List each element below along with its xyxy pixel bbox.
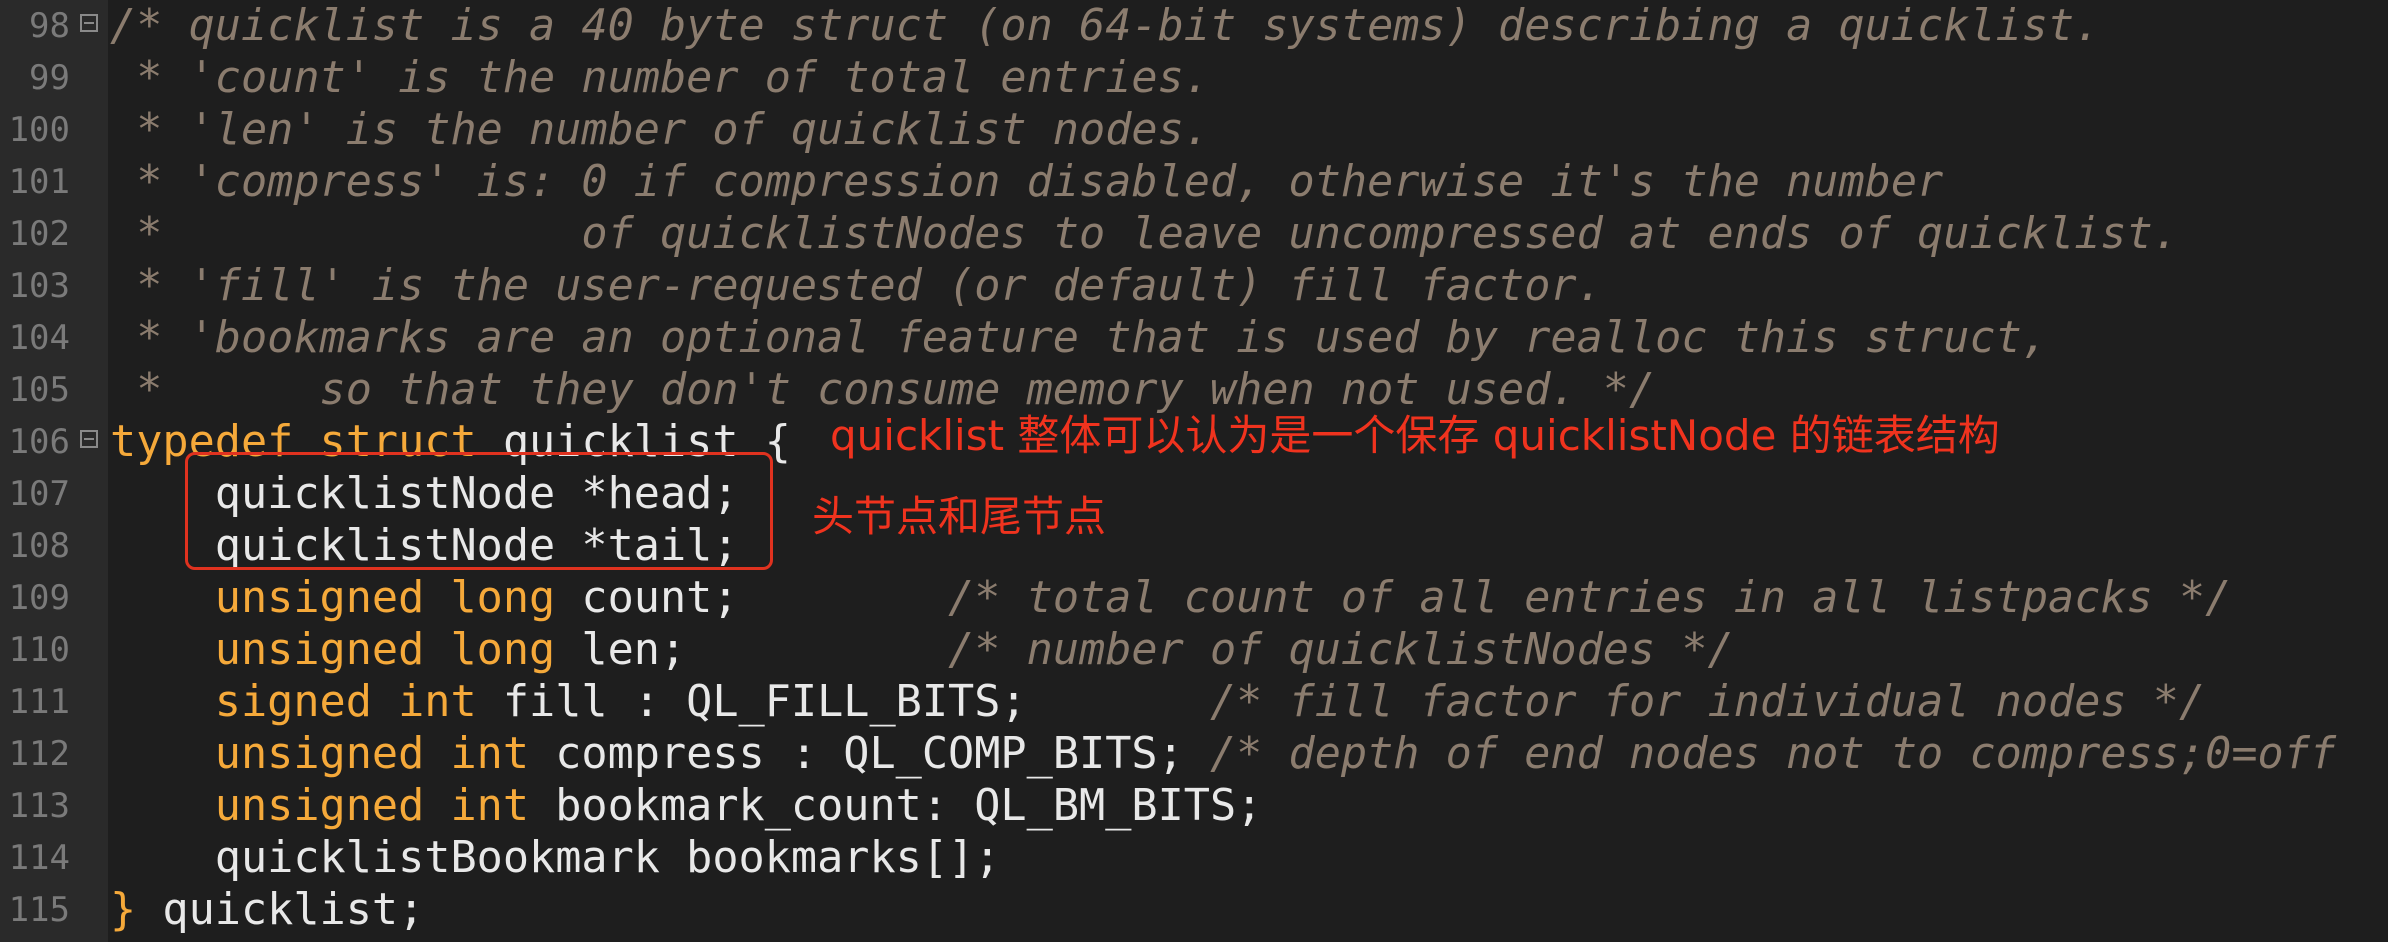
code-comment: * 'count' is the number of total entries…	[110, 53, 1210, 103]
code-comment: /* quicklist is a 40 byte struct (on 64-…	[110, 1, 2101, 51]
code-line[interactable]: 112 unsigned int compress : QL_COMP_BITS…	[0, 728, 2388, 780]
code-token: fill : QL_FILL_BITS;	[476, 677, 1210, 727]
line-number: 100	[8, 110, 70, 150]
code-line[interactable]: 105 * so that they don't consume memory …	[0, 364, 2388, 416]
code-keyword: unsigned int	[110, 781, 530, 831]
line-number: 107	[8, 474, 70, 514]
code-line[interactable]: 104 * 'bookmarks are an optional feature…	[0, 312, 2388, 364]
line-number: 106	[8, 422, 70, 462]
code-text: unsigned long len; /* number of quicklis…	[110, 624, 1734, 676]
line-number: 115	[8, 890, 70, 930]
line-number: 101	[8, 162, 70, 202]
code-keyword: }	[110, 885, 137, 935]
line-number: 113	[8, 786, 70, 826]
fold-toggle-icon[interactable]	[80, 430, 98, 448]
code-line[interactable]: 109 unsigned long count; /* total count …	[0, 572, 2388, 624]
code-text: * of quicklistNodes to leave uncompresse…	[110, 208, 2179, 260]
code-comment: /* number of quicklistNodes */	[948, 625, 1734, 675]
code-line[interactable]: 103 * 'fill' is the user-requested (or d…	[0, 260, 2388, 312]
code-line[interactable]: 100 * 'len' is the number of quicklist n…	[0, 104, 2388, 156]
code-token: quicklistBookmark bookmarks[];	[110, 833, 1001, 883]
code-token: len;	[555, 625, 949, 675]
line-number: 112	[8, 734, 70, 774]
code-token: compress : QL_COMP_BITS;	[529, 729, 1210, 779]
code-line[interactable]: 114 quicklistBookmark bookmarks[];	[0, 832, 2388, 884]
code-token: bookmark_count: QL_BM_BITS;	[529, 781, 1263, 831]
code-text: * 'len' is the number of quicklist nodes…	[110, 104, 1210, 156]
line-number: 105	[8, 370, 70, 410]
code-text: quicklistBookmark bookmarks[];	[110, 832, 1001, 884]
code-keyword: unsigned int	[110, 729, 530, 779]
code-comment: * 'len' is the number of quicklist nodes…	[110, 105, 1210, 155]
code-comment: * 'compress' is: 0 if compression disabl…	[110, 157, 1944, 207]
code-editor[interactable]: 98 /* quicklist is a 40 byte struct (on 6…	[0, 0, 2388, 942]
line-number: 109	[8, 578, 70, 618]
code-comment: * so that they don't consume memory when…	[110, 365, 1656, 415]
code-text: signed int fill : QL_FILL_BITS; /* fill …	[110, 676, 2205, 728]
head-tail-annotation: 头节点和尾节点	[812, 492, 1107, 541]
line-number: 110	[8, 630, 70, 670]
code-text: unsigned int compress : QL_COMP_BITS; /*…	[110, 728, 2336, 780]
line-number: 99	[29, 58, 70, 98]
line-number: 108	[8, 526, 70, 566]
code-keyword: unsigned long	[110, 625, 556, 675]
code-keyword: unsigned long	[110, 573, 556, 623]
code-line[interactable]: 101 * 'compress' is: 0 if compression di…	[0, 156, 2388, 208]
code-comment: * 'bookmarks are an optional feature tha…	[110, 313, 2049, 363]
code-line[interactable]: 99 * 'count' is the number of total entr…	[0, 52, 2388, 104]
code-text: unsigned long count; /* total count of a…	[110, 572, 2232, 624]
code-text: unsigned int bookmark_count: QL_BM_BITS;	[110, 780, 1263, 832]
code-line[interactable]: 98 /* quicklist is a 40 byte struct (on 6…	[0, 0, 2388, 52]
line-number: 102	[8, 214, 70, 254]
fold-toggle-icon[interactable]	[80, 14, 98, 32]
code-comment: * 'fill' is the user-requested (or defau…	[110, 261, 1603, 311]
code-line[interactable]: 111 signed int fill : QL_FILL_BITS; /* f…	[0, 676, 2388, 728]
code-text: /* quicklist is a 40 byte struct (on 64-…	[110, 0, 2100, 52]
code-comment: * of quicklistNodes to leave uncompresse…	[110, 209, 2179, 259]
head-tail-highlight-box	[185, 452, 773, 570]
code-line[interactable]: 113 unsigned int bookmark_count: QL_BM_B…	[0, 780, 2388, 832]
code-keyword: signed int	[110, 677, 477, 727]
line-number: 114	[8, 838, 70, 878]
code-text: * 'compress' is: 0 if compression disabl…	[110, 156, 1943, 208]
struct-annotation: quicklist 整体可以认为是一个保存 quicklistNode 的链表结…	[830, 411, 2000, 460]
code-line[interactable]: 102 * of quicklistNodes to leave uncompr…	[0, 208, 2388, 260]
line-number: 98	[29, 6, 70, 46]
code-line[interactable]: 110 unsigned long len; /* number of quic…	[0, 624, 2388, 676]
code-comment: /* total count of all entries in all lis…	[948, 573, 2232, 623]
code-text: * so that they don't consume memory when…	[110, 364, 1655, 416]
line-number: 111	[8, 682, 70, 722]
line-number: 103	[8, 266, 70, 306]
line-number: 104	[8, 318, 70, 358]
code-text: * 'fill' is the user-requested (or defau…	[110, 260, 1603, 312]
code-text: * 'count' is the number of total entries…	[110, 52, 1210, 104]
code-text: * 'bookmarks are an optional feature tha…	[110, 312, 2048, 364]
code-token: quicklist;	[136, 885, 425, 935]
code-line[interactable]: 115} quicklist;	[0, 884, 2388, 936]
code-text: } quicklist;	[110, 884, 424, 936]
code-comment: /* depth of end nodes not to compress;0=…	[1209, 729, 2337, 779]
code-comment: /* fill factor for individual nodes */	[1209, 677, 2206, 727]
code-token: count;	[555, 573, 949, 623]
